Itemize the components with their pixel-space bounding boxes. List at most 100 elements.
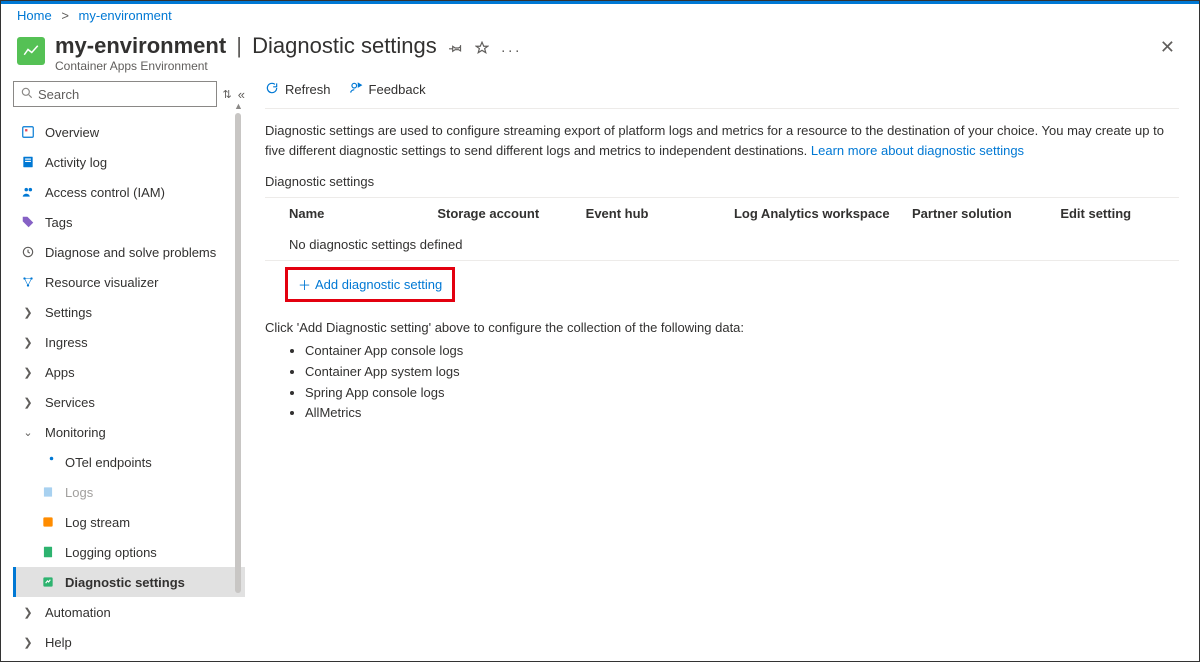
refresh-button[interactable]: Refresh <box>265 81 331 98</box>
refresh-label: Refresh <box>285 82 331 97</box>
activity-log-icon <box>19 155 37 169</box>
refresh-icon <box>265 81 279 98</box>
sidebar-scrollbar[interactable]: ▲ <box>235 113 241 647</box>
sidebar-item-label: Access control (IAM) <box>45 185 165 200</box>
chevron-down-icon: ⌄ <box>19 426 37 439</box>
chevron-right-icon: ❯ <box>19 606 37 619</box>
sidebar-item-label: Ingress <box>45 335 88 350</box>
breadcrumb-home[interactable]: Home <box>17 8 52 23</box>
sidebar-item-label: Logs <box>65 485 93 500</box>
sidebar-item-diagnostic-settings[interactable]: Diagnostic settings <box>13 567 245 597</box>
sidebar-item-label: Monitoring <box>45 425 106 440</box>
learn-more-link[interactable]: Learn more about diagnostic settings <box>811 143 1024 158</box>
diagnostic-settings-table: Name Storage account Event hub Log Analy… <box>265 197 1179 261</box>
chevron-right-icon: ❯ <box>19 636 37 649</box>
chevron-right-icon: ❯ <box>19 396 37 409</box>
sidebar-item-help[interactable]: ❯ Help <box>13 627 245 657</box>
description-text: Diagnostic settings are used to configur… <box>265 121 1179 160</box>
col-event: Event hub <box>586 206 734 221</box>
breadcrumb: Home > my-environment <box>1 4 1199 27</box>
sidebar-item-label: Log stream <box>65 515 130 530</box>
feedback-icon <box>349 81 363 98</box>
add-diagnostic-setting-button[interactable]: ＋ Add diagnostic setting <box>285 267 455 302</box>
sidebar-item-label: OTel endpoints <box>65 455 152 470</box>
resource-type-subtitle: Container Apps Environment <box>55 59 437 73</box>
sidebar-item-logging-options[interactable]: Logging options <box>13 537 245 567</box>
sidebar-item-tags[interactable]: Tags <box>13 207 245 237</box>
toolbar: Refresh Feedback <box>265 81 1179 109</box>
title-actions: ··· <box>449 41 522 59</box>
favorite-icon[interactable] <box>475 41 489 59</box>
list-item: AllMetrics <box>305 403 1179 424</box>
sidebar-item-services[interactable]: ❯ Services <box>13 387 245 417</box>
sidebar-item-activity-log[interactable]: Activity log <box>13 147 245 177</box>
overview-icon <box>19 125 37 139</box>
list-item: Spring App console logs <box>305 383 1179 404</box>
sidebar-item-automation[interactable]: ❯ Automation <box>13 597 245 627</box>
logging-options-icon <box>39 545 57 559</box>
hint-text: Click 'Add Diagnostic setting' above to … <box>265 320 1179 335</box>
more-icon[interactable]: ··· <box>501 42 522 59</box>
resource-icon <box>17 37 45 65</box>
page-title: my-environment | Diagnostic settings Con… <box>55 33 437 73</box>
sidebar-item-label: Resource visualizer <box>45 275 158 290</box>
section-label: Diagnostic settings <box>265 174 1179 189</box>
data-types-list: Container App console logs Container App… <box>265 341 1179 424</box>
sidebar-item-log-stream[interactable]: Log stream <box>13 507 245 537</box>
chevron-right-icon: ❯ <box>19 336 37 349</box>
log-stream-icon <box>39 515 57 529</box>
sidebar-item-label: Settings <box>45 305 92 320</box>
sort-icon[interactable]: ⇅ <box>223 88 232 101</box>
search-input[interactable]: Search <box>13 81 217 107</box>
search-icon <box>20 86 34 103</box>
sidebar-item-otel[interactable]: OTel endpoints <box>13 447 245 477</box>
logs-icon <box>39 485 57 499</box>
plus-icon: ＋ <box>298 275 311 294</box>
feedback-button[interactable]: Feedback <box>349 81 426 98</box>
title-row: my-environment | Diagnostic settings Con… <box>1 27 1199 73</box>
resource-visualizer-icon <box>19 275 37 289</box>
breadcrumb-resource[interactable]: my-environment <box>79 8 172 23</box>
scroll-up-icon: ▲ <box>234 101 243 111</box>
search-placeholder: Search <box>38 87 79 102</box>
sidebar-item-label: Activity log <box>45 155 107 170</box>
sidebar-item-monitoring[interactable]: ⌄ Monitoring <box>13 417 245 447</box>
col-law: Log Analytics workspace <box>734 206 912 221</box>
list-item: Container App console logs <box>305 341 1179 362</box>
col-edit: Edit setting <box>1060 206 1179 221</box>
diagnose-icon <box>19 245 37 259</box>
list-item: Container App system logs <box>305 362 1179 383</box>
sidebar-item-label: Services <box>45 395 95 410</box>
sidebar-item-label: Diagnostic settings <box>65 575 185 590</box>
col-storage: Storage account <box>437 206 585 221</box>
close-button[interactable]: ✕ <box>1152 33 1183 62</box>
chevron-right-icon: ❯ <box>19 366 37 379</box>
sidebar-item-diagnose[interactable]: Diagnose and solve problems <box>13 237 245 267</box>
sidebar-item-settings[interactable]: ❯ Settings <box>13 297 245 327</box>
iam-icon <box>19 185 37 199</box>
feedback-label: Feedback <box>369 82 426 97</box>
table-empty-row: No diagnostic settings defined <box>265 229 1179 260</box>
resource-name: my-environment <box>55 33 226 58</box>
empty-message: No diagnostic settings defined <box>289 237 462 252</box>
sidebar-item-label: Diagnose and solve problems <box>45 245 216 260</box>
table-header: Name Storage account Event hub Log Analy… <box>265 198 1179 229</box>
col-name: Name <box>289 206 437 221</box>
sidebar-item-iam[interactable]: Access control (IAM) <box>13 177 245 207</box>
sidebar-item-label: Automation <box>45 605 111 620</box>
sidebar-item-overview[interactable]: Overview <box>13 117 245 147</box>
main-content: Refresh Feedback Diagnostic settings are… <box>245 73 1199 657</box>
sidebar-item-apps[interactable]: ❯ Apps <box>13 357 245 387</box>
pin-icon[interactable] <box>449 41 463 59</box>
sidebar: Search ⇅ « Overview Activity log Access … <box>1 73 245 657</box>
page-section-name: Diagnostic settings <box>252 33 437 58</box>
sidebar-item-ingress[interactable]: ❯ Ingress <box>13 327 245 357</box>
scrollbar-thumb[interactable] <box>235 113 241 593</box>
sidebar-item-label: Tags <box>45 215 72 230</box>
sidebar-item-logs[interactable]: Logs <box>13 477 245 507</box>
collapse-sidebar-icon[interactable]: « <box>238 87 245 102</box>
breadcrumb-sep-icon: > <box>61 8 69 23</box>
description-body: Diagnostic settings are used to configur… <box>265 123 1164 158</box>
title-divider: | <box>236 33 242 58</box>
sidebar-item-resource-visualizer[interactable]: Resource visualizer <box>13 267 245 297</box>
